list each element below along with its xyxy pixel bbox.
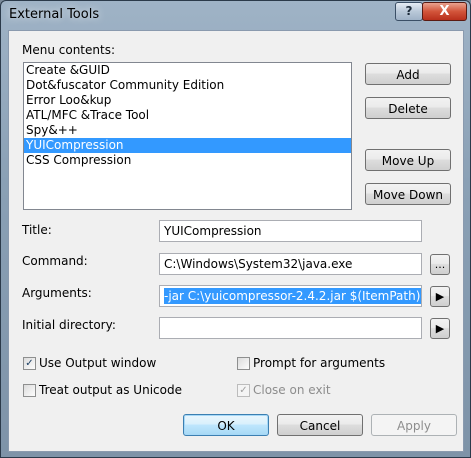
ok-button[interactable]: OK — [183, 414, 269, 436]
cancel-button[interactable]: Cancel — [277, 414, 363, 436]
close-on-exit-label: Close on exit — [253, 383, 331, 397]
list-item[interactable]: Dot&fuscator Community Edition — [24, 78, 351, 93]
help-button[interactable]: ? — [395, 2, 423, 21]
arguments-arrow-button[interactable]: ▶ — [430, 286, 450, 307]
treat-output-unicode-label: Treat output as Unicode — [39, 383, 182, 397]
use-output-window-label: Use Output window — [39, 356, 157, 370]
list-item[interactable]: Create &GUID — [24, 63, 351, 78]
menu-contents-list[interactable]: Create &GUID Dot&fuscator Community Edit… — [23, 62, 352, 210]
arguments-input[interactable]: -jar C:\yuicompressor-2.4.2.jar $(ItemPa… — [159, 285, 422, 307]
arguments-label: Arguments: — [22, 286, 92, 300]
treat-output-unicode-checkbox[interactable] — [23, 384, 36, 397]
prompt-for-arguments-label: Prompt for arguments — [253, 356, 386, 370]
add-button[interactable]: Add — [365, 63, 451, 85]
move-up-button[interactable]: Move Up — [365, 149, 451, 171]
command-input[interactable]: C:\Windows\System32\java.exe — [159, 253, 422, 275]
list-item[interactable]: ATL/MFC &Trace Tool — [24, 108, 351, 123]
initial-directory-input[interactable] — [159, 317, 422, 339]
dialog-body: Menu contents: Create &GUID Dot&fuscator… — [8, 30, 464, 452]
initial-directory-arrow-button[interactable]: ▶ — [430, 318, 450, 339]
list-item-selected[interactable]: YUICompression — [24, 138, 351, 153]
close-button[interactable]: X — [422, 2, 467, 21]
initial-directory-label: Initial directory: — [22, 318, 116, 332]
title-label: Title: — [22, 223, 52, 237]
external-tools-dialog: External Tools ? X Menu contents: Create… — [0, 0, 471, 458]
browse-button[interactable]: ... — [430, 254, 450, 275]
list-item[interactable]: CSS Compression — [24, 153, 351, 168]
menu-contents-label: Menu contents: — [22, 43, 115, 57]
command-label: Command: — [22, 254, 88, 268]
delete-button[interactable]: Delete — [365, 97, 451, 119]
list-item[interactable]: Error Loo&kup — [24, 93, 351, 108]
title-bar[interactable]: External Tools ? X — [1, 1, 470, 29]
title-input[interactable]: YUICompression — [159, 220, 422, 242]
arguments-selected-text: -jar C:\yuicompressor-2.4.2.jar $(ItemPa… — [164, 288, 421, 304]
window-title: External Tools — [9, 7, 100, 22]
apply-button[interactable]: Apply — [371, 414, 457, 436]
move-down-button[interactable]: Move Down — [365, 183, 451, 205]
use-output-window-checkbox[interactable]: ✓ — [23, 357, 36, 370]
prompt-for-arguments-checkbox[interactable] — [237, 357, 250, 370]
close-on-exit-checkbox: ✓ — [237, 384, 250, 397]
list-item[interactable]: Spy&++ — [24, 123, 351, 138]
